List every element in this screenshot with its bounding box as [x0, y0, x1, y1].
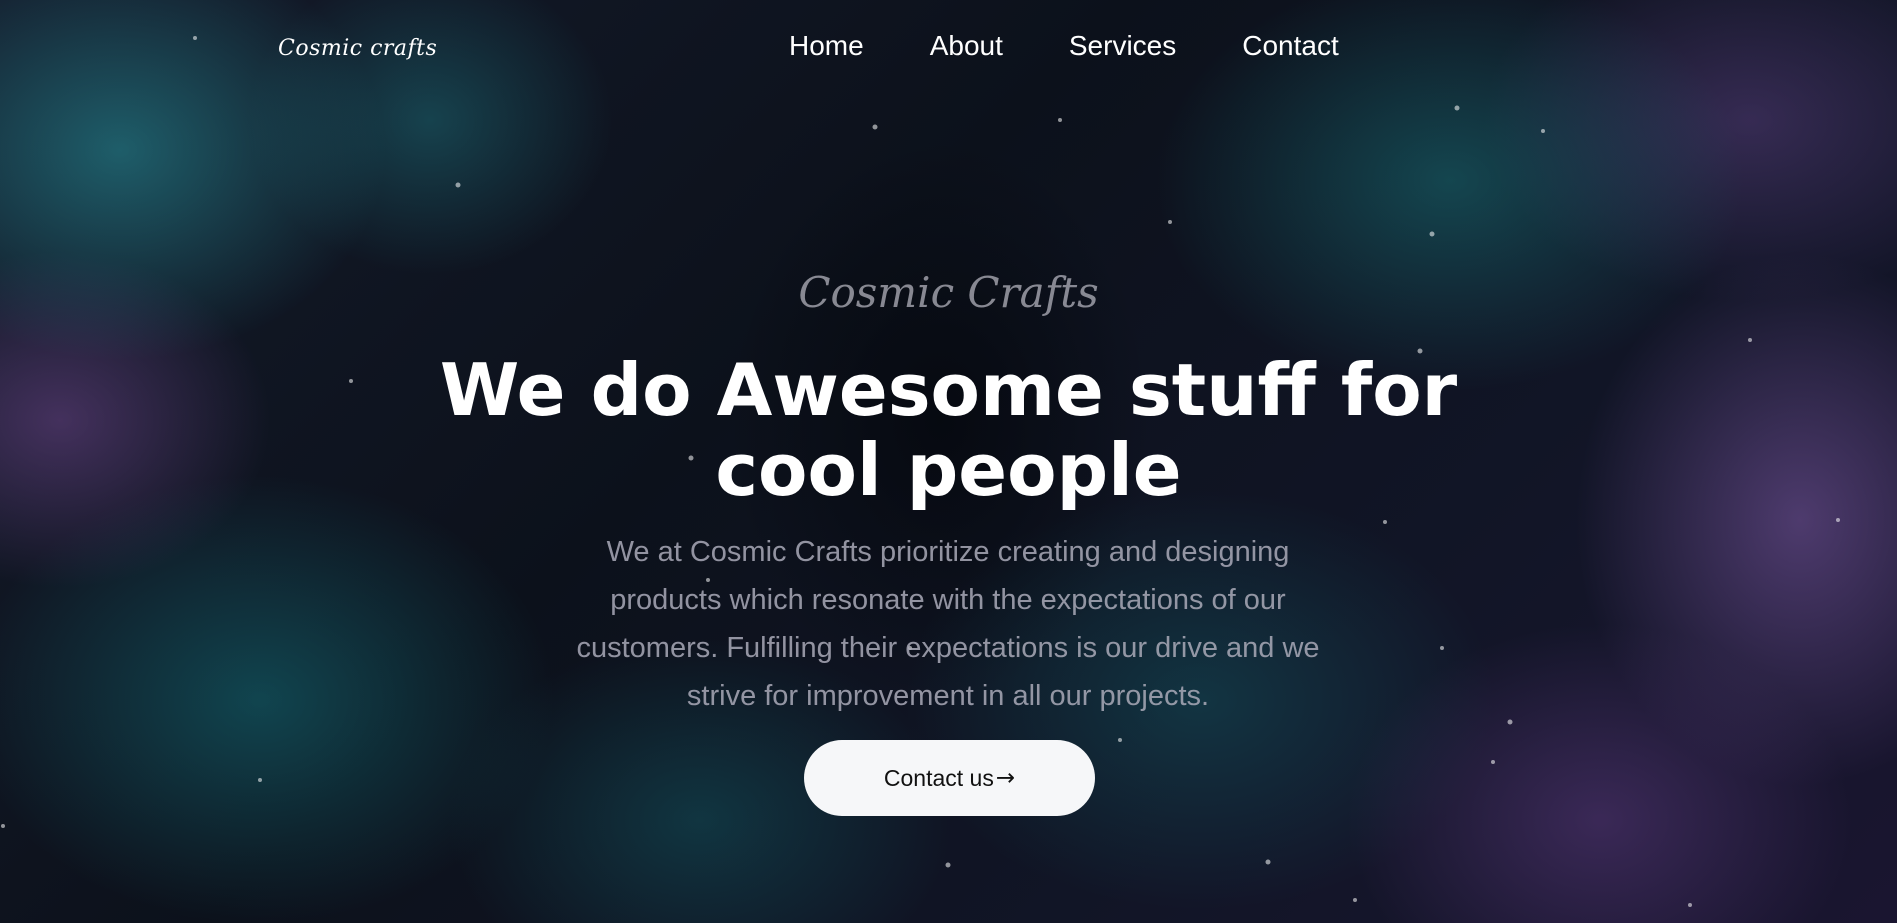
hero-headline-line-2: cool people — [715, 428, 1182, 512]
hero-script-title: Cosmic Crafts — [798, 268, 1099, 317]
nav-links: Home About Services Contact — [789, 30, 1339, 62]
hero-description: We at Cosmic Crafts prioritize creating … — [576, 536, 1320, 712]
contact-us-label: Contact us — [883, 764, 994, 791]
hero-headline-line-1: We do Awesome stuff for — [439, 348, 1458, 432]
nav-item-about[interactable]: About — [930, 30, 1003, 62]
landing-page: Cosmic crafts Home About Services Contac… — [0, 0, 1897, 923]
contact-us-button[interactable]: Contact us → — [804, 740, 1095, 816]
nav-item-services[interactable]: Services — [1069, 30, 1176, 62]
top-navbar: Cosmic crafts Home About Services Contac… — [0, 0, 1897, 100]
hero-headline: We do Awesome stuff for cool people — [0, 350, 1897, 510]
nav-item-contact[interactable]: Contact — [1242, 30, 1339, 62]
logo[interactable]: Cosmic crafts — [278, 36, 437, 61]
arrow-right-icon: → — [995, 765, 1016, 791]
nav-item-home[interactable]: Home — [789, 30, 864, 62]
